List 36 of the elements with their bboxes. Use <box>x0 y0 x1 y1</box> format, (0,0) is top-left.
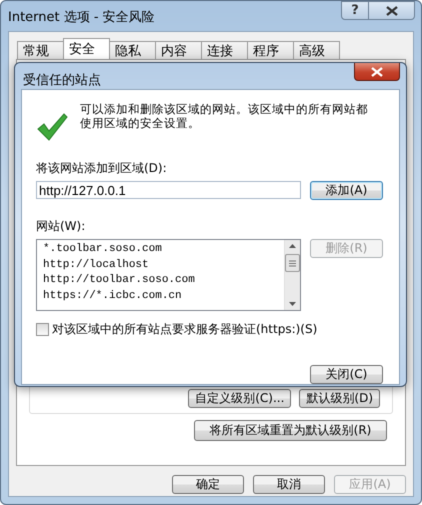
scroll-thumb[interactable] <box>285 254 300 272</box>
tab[interactable]: 连接 <box>201 41 248 59</box>
level-button[interactable]: 默认级别(D) <box>299 389 380 408</box>
close-dialog-button[interactable]: 关闭(C) <box>310 365 383 384</box>
level-button[interactable]: 自定义级别(C)... <box>188 389 292 408</box>
tab[interactable]: 常规 <box>17 41 64 59</box>
description-text: 可以添加和删除该区域的网站。该区域中的所有网站都使用区域的安全设置。 <box>80 102 369 130</box>
close-icon <box>386 6 398 16</box>
site-item[interactable]: https://*.icbc.com.cn <box>43 288 278 304</box>
tab[interactable]: 隐私 <box>109 41 156 59</box>
sites-label: 网站(W): <box>36 218 86 235</box>
add-button[interactable]: 添加(A) <box>310 181 383 200</box>
site-item[interactable]: http://localhost <box>43 258 278 273</box>
checkbox[interactable] <box>36 323 49 336</box>
dialog-button[interactable]: 确定 <box>172 475 244 494</box>
sites-list[interactable]: *.toolbar.soso.com http://localhost http://toolbar.soso.com https://*.icbc.com.cn <box>36 239 301 311</box>
close-icon <box>371 66 383 76</box>
checkmark-icon <box>36 112 68 142</box>
close-button[interactable] <box>354 63 400 81</box>
reset-zones-button[interactable]: 将所有区域重置为默认级别(R) <box>194 420 387 441</box>
help-button[interactable]: ? <box>341 1 369 20</box>
scrollbar[interactable] <box>284 240 300 310</box>
tab[interactable]: 安全 <box>63 38 110 59</box>
dialog-title: 受信任的站点 <box>22 72 101 89</box>
tab[interactable]: 高级 <box>293 41 340 59</box>
add-site-label: 将该网站添加到区域(D): <box>36 160 168 177</box>
site-item[interactable]: http://toolbar.soso.com <box>43 273 278 288</box>
site-input-field[interactable]: http://127.0.0.1 <box>36 181 301 199</box>
close-button[interactable] <box>369 1 415 20</box>
tab[interactable]: 程序 <box>247 41 294 59</box>
grip-icon <box>289 260 296 266</box>
dialog-button[interactable]: 取消 <box>253 475 325 494</box>
tab[interactable]: 内容 <box>155 41 202 59</box>
checkbox-label: 对该区域中的所有站点要求服务器验证(https:)(S) <box>52 321 318 338</box>
window-title: Internet 选项 - 安全风险 <box>8 9 155 26</box>
site-item[interactable]: *.toolbar.soso.com <box>43 242 278 258</box>
